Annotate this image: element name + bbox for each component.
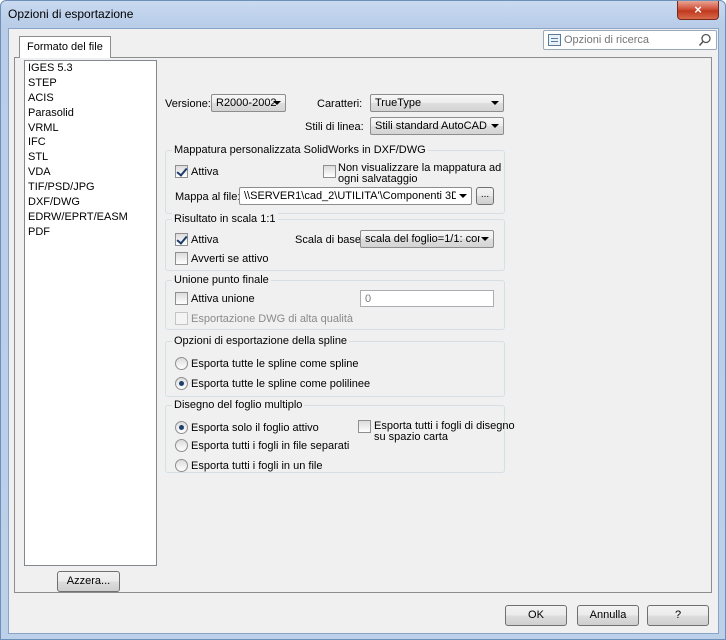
list-item[interactable]: Parasolid (25, 106, 156, 121)
reset-button[interactable]: Azzera... (57, 571, 120, 592)
list-item[interactable]: TIF/PSD/JPG (25, 180, 156, 195)
base-scale-label: Scala di base: (295, 234, 365, 246)
multisheet-group-title: Disegno del foglio multiplo (172, 399, 305, 411)
mapping-active-label: Attiva (191, 166, 219, 178)
version-label: Versione: (165, 98, 211, 110)
one-file-label: Esporta tutti i fogli in un file (191, 460, 323, 472)
line-styles-select[interactable]: Stili standard AutoCAD (370, 117, 504, 135)
tab-panel: IGES 5.3 STEP ACIS Parasolid VRML IFC STL VDA TI… (14, 57, 712, 593)
merge-checkbox[interactable] (175, 292, 188, 305)
help-button[interactable]: ? (647, 605, 709, 626)
mapping-group-title: Mappatura personalizzata SolidWorks in D… (172, 144, 428, 156)
map-file-label: Mappa al file: (175, 191, 241, 203)
list-item[interactable]: VDA (25, 165, 156, 180)
close-button[interactable]: × (677, 1, 719, 20)
ok-button[interactable]: OK (505, 605, 567, 626)
merge-label: Attiva unione (191, 293, 255, 305)
chevron-down-icon (481, 237, 489, 241)
scale-active-checkbox[interactable] (175, 233, 188, 246)
paper-space-checkbox[interactable] (358, 420, 371, 433)
chevron-down-icon (491, 101, 499, 105)
base-scale-select[interactable]: scala del foglio=1/1: conte (360, 230, 494, 248)
dialog-client: Formato del file IGES 5.3STEPACISParasol… (8, 28, 719, 634)
endpoint-merge-group-title: Unione punto finale (172, 274, 271, 286)
options-doc-icon (548, 34, 561, 46)
no-show-mapping-label-line2: ogni salvataggio (338, 173, 418, 185)
scale-group: Risultato in scala 1:1 Attiva Scala di b… (165, 213, 505, 271)
chevron-down-icon (273, 101, 281, 105)
separate-files-label: Esporta tutti i fogli in file separati (191, 440, 350, 452)
list-item[interactable]: IFC (25, 135, 156, 150)
chevron-down-icon (491, 124, 499, 128)
list-item[interactable]: VRML (25, 121, 156, 136)
active-sheet-label: Esporta solo il foglio attivo (191, 422, 319, 434)
warn-if-active-checkbox[interactable] (175, 252, 188, 265)
dialog-window: Opzioni di esportazione × Formato del fi… (0, 0, 726, 640)
line-styles-label: Stili di linea: (305, 121, 364, 133)
spline-as-spline-radio[interactable] (175, 357, 188, 370)
cancel-button[interactable]: Annulla (577, 605, 639, 626)
search-box[interactable] (543, 30, 717, 50)
spline-group: Opzioni di esportazione della spline Esp… (165, 335, 505, 397)
chevron-down-icon (459, 194, 467, 198)
multisheet-group: Disegno del foglio multiplo Esporta solo… (165, 399, 515, 473)
scale-group-title: Risultato in scala 1:1 (172, 213, 278, 225)
fonts-label: Caratteri: (317, 98, 363, 110)
no-show-mapping-checkbox[interactable] (323, 165, 336, 178)
mapping-active-checkbox[interactable] (175, 165, 188, 178)
active-sheet-radio[interactable] (175, 421, 188, 434)
list-item[interactable]: STEP (25, 76, 156, 91)
paper-space-label-line2: su spazio carta (374, 431, 448, 443)
merge-tolerance-value: 0 (365, 293, 372, 305)
tab-file-format[interactable]: Formato del file (19, 36, 111, 58)
spline-as-polyline-label: Esporta tutte le spline come polilinee (191, 378, 371, 390)
list-item[interactable]: EDRW/EPRT/EASM (25, 210, 156, 225)
search-icon[interactable] (698, 33, 712, 47)
map-file-select[interactable]: \\SERVER1\cad_2\UTILITA'\Componenti 3D\E… (239, 187, 472, 205)
map-file-value: \\SERVER1\cad_2\UTILITA'\Componenti 3D\E… (244, 190, 456, 202)
line-styles-value: Stili standard AutoCAD (375, 120, 487, 132)
version-value: R2000-2002 (216, 97, 277, 109)
list-item[interactable]: DXF/DWG (25, 195, 156, 210)
warn-if-active-label: Avverti se attivo (191, 253, 269, 265)
format-list[interactable]: IGES 5.3 STEP ACIS Parasolid VRML IFC STL VDA TI… (24, 60, 157, 566)
mapping-group: Mappatura personalizzata SolidWorks in D… (165, 144, 505, 214)
hq-dwg-label: Esportazione DWG di alta qualità (191, 313, 354, 325)
window-title: Opzioni di esportazione (8, 7, 134, 21)
fonts-value: TrueType (375, 97, 422, 109)
spline-group-title: Opzioni di esportazione della spline (172, 335, 350, 347)
search-input[interactable] (564, 32, 694, 48)
list-item[interactable]: PDF (25, 225, 156, 240)
base-scale-value: scala del foglio=1/1: conte (365, 233, 480, 245)
list-item[interactable]: STL (25, 150, 156, 165)
separate-files-radio[interactable] (175, 439, 188, 452)
browse-button[interactable]: ... (476, 187, 494, 205)
fonts-select[interactable]: TrueType (370, 94, 504, 112)
list-item[interactable]: IGES 5.3 (25, 61, 156, 76)
one-file-radio[interactable] (175, 459, 188, 472)
list-item[interactable]: ACIS (25, 91, 156, 106)
hq-dwg-checkbox[interactable] (175, 312, 188, 325)
endpoint-merge-group: Unione punto finale Attiva unione 0 Espo… (165, 274, 505, 330)
version-select[interactable]: R2000-2002 (211, 94, 286, 112)
spline-as-polyline-radio[interactable] (175, 377, 188, 390)
merge-tolerance-input[interactable]: 0 (360, 290, 494, 307)
spline-as-spline-label: Esporta tutte le spline come spline (191, 358, 359, 370)
scale-active-label: Attiva (191, 234, 219, 246)
title-bar[interactable]: Opzioni di esportazione × (1, 1, 725, 27)
